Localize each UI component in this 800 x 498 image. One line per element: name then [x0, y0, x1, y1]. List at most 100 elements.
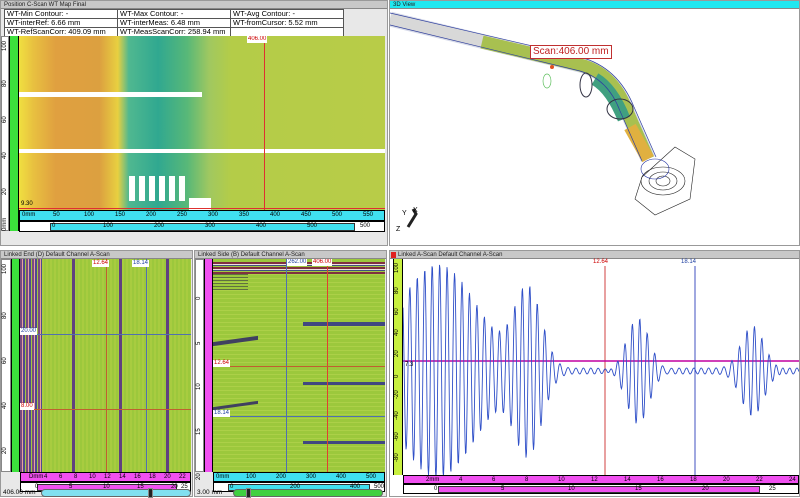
- tick-label: 60: [394, 308, 400, 315]
- tick-label: 500: [332, 212, 343, 218]
- tick-label: 0: [196, 296, 202, 300]
- tick-label: 400: [270, 212, 281, 218]
- tick-label: -20: [394, 390, 400, 399]
- end-position-slider[interactable]: [41, 488, 191, 498]
- end-red-hcursor[interactable]: [20, 409, 191, 410]
- tick-label: 200: [276, 474, 287, 480]
- tick-label: 200: [154, 223, 165, 229]
- view3d-panel[interactable]: 3D View Y X Z Scan:406.00 mm: [389, 0, 800, 246]
- tick-label: 60: [2, 116, 8, 123]
- side-hblue-label: 18.14: [213, 410, 231, 417]
- tick-label: 60: [2, 357, 8, 364]
- end-ruler[interactable]: Dmm 4 6 8 10 12 14 16 18 20 22: [20, 472, 191, 482]
- side-blue-hcursor[interactable]: [213, 416, 385, 417]
- tick-label: -40: [394, 411, 400, 420]
- tick-label: 100: [246, 474, 257, 480]
- white-gap-band: [19, 149, 385, 153]
- tick-label: 8: [74, 474, 78, 480]
- tick-label: 6: [492, 477, 496, 483]
- end-position-readout: 406.00 mm: [3, 489, 36, 496]
- tick-label: 450: [301, 212, 312, 218]
- tick-label: 100: [84, 212, 95, 218]
- scan-cursor-line[interactable]: [264, 36, 265, 210]
- tick-label: 4: [459, 477, 463, 483]
- svg-text:X: X: [413, 207, 418, 214]
- ascan-blue-label: 18.14: [680, 259, 698, 266]
- tick-label: 250: [177, 212, 188, 218]
- svg-text:Z: Z: [396, 226, 401, 233]
- end-red-cursor[interactable]: [106, 259, 107, 472]
- tick-label: 10: [558, 477, 565, 483]
- side-hred-label: 12.64: [213, 360, 231, 367]
- tick-label: 500: [366, 474, 377, 480]
- tick-label: 400: [336, 474, 347, 480]
- tick-label: 20: [196, 473, 202, 480]
- tick-label: 400: [256, 223, 267, 229]
- end-vruler-outer[interactable]: 100 80 60 40 20: [1, 259, 11, 472]
- tick-label: 22: [179, 474, 186, 480]
- ascan-ruler[interactable]: 2mm 4 6 8 10 12 14 16 18 20 22 24: [403, 475, 799, 484]
- side-view-image[interactable]: 262.00 406.00 12.64 18.14: [213, 259, 385, 472]
- side-view-panel: Linked Side (B) Default Channel A-Scan 0…: [194, 250, 387, 498]
- tick-label: 14: [624, 477, 631, 483]
- tick-label: 500: [307, 223, 318, 229]
- scan-position-label: Scan:406.00 mm: [530, 45, 612, 59]
- measurement-table: WT-Min Contour: - WT-Max Contour: - WT-Avg…: [4, 9, 344, 37]
- tick-label: 5: [196, 341, 202, 345]
- ascan-range-bar[interactable]: 0 5 10 15 20 25: [403, 484, 799, 494]
- tick-label: 150: [115, 212, 126, 218]
- tick-label: 12: [591, 477, 598, 483]
- side-vruler-outer[interactable]: 0 5 10 15 20: [195, 259, 204, 480]
- ascan-plot[interactable]: [403, 259, 799, 475]
- side-red-hcursor[interactable]: [213, 366, 385, 367]
- tick-label: 40: [2, 152, 8, 159]
- index-cursor-label: 9.30: [21, 201, 33, 207]
- tick-label: 20: [723, 477, 730, 483]
- tick-label: 80: [2, 312, 8, 319]
- ascan-panel: Linked A-Scan Default Channel A-Scan 100…: [389, 250, 800, 497]
- tick-label: 20: [2, 447, 8, 454]
- side-red-label: 406.00: [312, 259, 333, 266]
- tick-label: 20: [164, 474, 171, 480]
- tick-label: 300: [306, 474, 317, 480]
- end-blue-hcursor[interactable]: [20, 334, 191, 335]
- tick-label: 80: [2, 80, 8, 87]
- side-position-slider[interactable]: [233, 488, 383, 498]
- tick-label: 18: [690, 477, 697, 483]
- tick-label: 200: [146, 212, 157, 218]
- side-blue-label: 262.00: [287, 259, 308, 266]
- tick-label: 24: [789, 477, 796, 483]
- side-ruler[interactable]: 0mm 100 200 300 400 500: [213, 472, 385, 482]
- tick-label: -80: [394, 453, 400, 462]
- end-red-label: 12.64: [92, 260, 110, 267]
- cscan-panel: Position C-Scan WT Map Final WT-Min Cont…: [0, 0, 388, 246]
- cscan-range-bar[interactable]: 0 100 200 300 400 500 500: [19, 221, 385, 232]
- end-blue-label: 18.14: [132, 260, 150, 267]
- tick-label: 10: [196, 383, 202, 390]
- tick-label: 80: [394, 287, 400, 294]
- cscan-image[interactable]: 406.00 9.30: [19, 36, 385, 210]
- end-view-image[interactable]: 12.64 18.14 20.00 8.00: [20, 259, 191, 472]
- tick-label: 12: [104, 474, 111, 480]
- end-blue-cursor[interactable]: [146, 259, 147, 472]
- ascan-gate-label: 7.3: [405, 362, 414, 368]
- end-vruler[interactable]: [11, 259, 20, 472]
- ascan-red-marker: [391, 252, 396, 258]
- white-patch: [129, 176, 189, 201]
- side-vruler[interactable]: [204, 259, 213, 472]
- tick-label: 0: [434, 486, 438, 492]
- tick-label: 0: [394, 374, 400, 378]
- cscan-vruler[interactable]: [9, 36, 19, 231]
- cscan-scan-ruler[interactable]: 0mm 50 100 150 200 250 300 350 400 450 500 550: [19, 210, 385, 221]
- tick-label: 18: [149, 474, 156, 480]
- tick-label: 8: [525, 477, 529, 483]
- range-end-label: 25: [769, 486, 776, 492]
- ascan-vruler[interactable]: 100 80 60 40 20 0 -20 -40 -60 -80: [393, 259, 403, 475]
- tick-label: 50: [53, 212, 60, 218]
- tick-label: 40: [2, 402, 8, 409]
- index-cursor-line[interactable]: [19, 208, 385, 209]
- tick-label: 20: [2, 188, 8, 195]
- cscan-vruler-outer[interactable]: 100 80 60 40 20 0mm: [1, 36, 9, 231]
- tick-label: 100: [394, 262, 400, 273]
- end-view-title: Linked End (D) Default Channel A-Scan: [1, 251, 192, 259]
